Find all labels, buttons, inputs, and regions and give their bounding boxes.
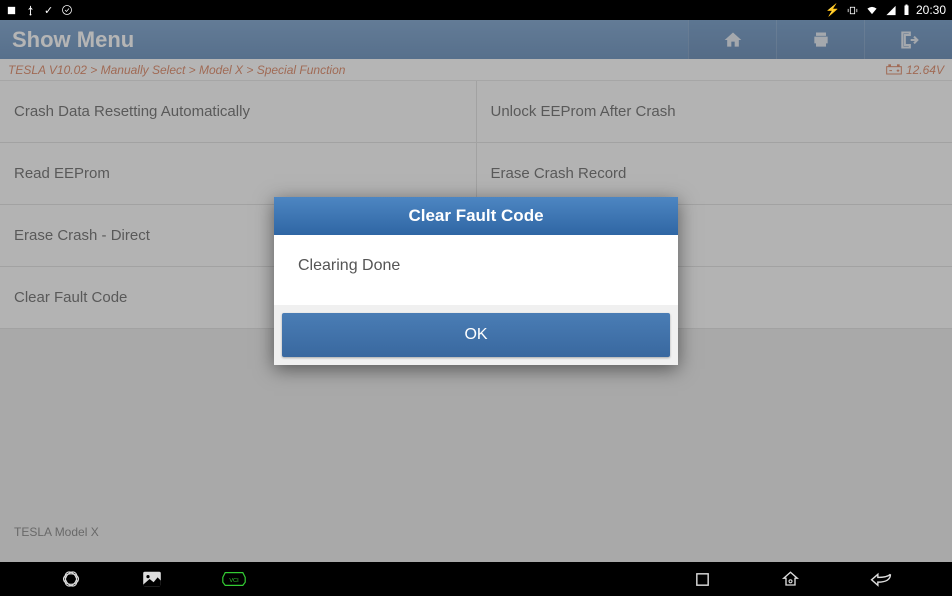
signal-icon: [885, 5, 897, 16]
svg-text:VCI: VCI: [229, 578, 239, 584]
back-icon[interactable]: [870, 571, 892, 587]
dialog-footer: OK: [274, 305, 678, 365]
dialog-clear-fault-code: Clear Fault Code Clearing Done OK: [274, 197, 678, 365]
sync-icon: [61, 4, 73, 16]
vibrate-icon: [846, 4, 859, 17]
dialog-message: Clearing Done: [274, 235, 678, 305]
status-time: 20:30: [916, 3, 946, 17]
android-status-bar: ✓ ⚡ 20:30: [0, 0, 952, 20]
recent-apps-icon[interactable]: [694, 571, 711, 588]
browser-icon[interactable]: [60, 570, 82, 588]
status-left: ✓: [6, 4, 73, 17]
android-nav-bar: VCI: [0, 562, 952, 596]
battery-icon: [903, 4, 910, 16]
status-right: ⚡ 20:30: [825, 3, 946, 17]
check-icon: ✓: [44, 4, 53, 17]
usb-icon: [25, 5, 36, 16]
diagnostic-icon[interactable]: VCI: [222, 570, 246, 588]
ok-button[interactable]: OK: [282, 313, 670, 357]
nav-home-icon[interactable]: [781, 570, 800, 588]
gallery-icon[interactable]: [142, 571, 162, 587]
download-icon: [6, 5, 17, 16]
bluetooth-icon: ⚡: [825, 3, 840, 17]
dialog-title: Clear Fault Code: [274, 197, 678, 235]
wifi-icon: [865, 5, 879, 16]
